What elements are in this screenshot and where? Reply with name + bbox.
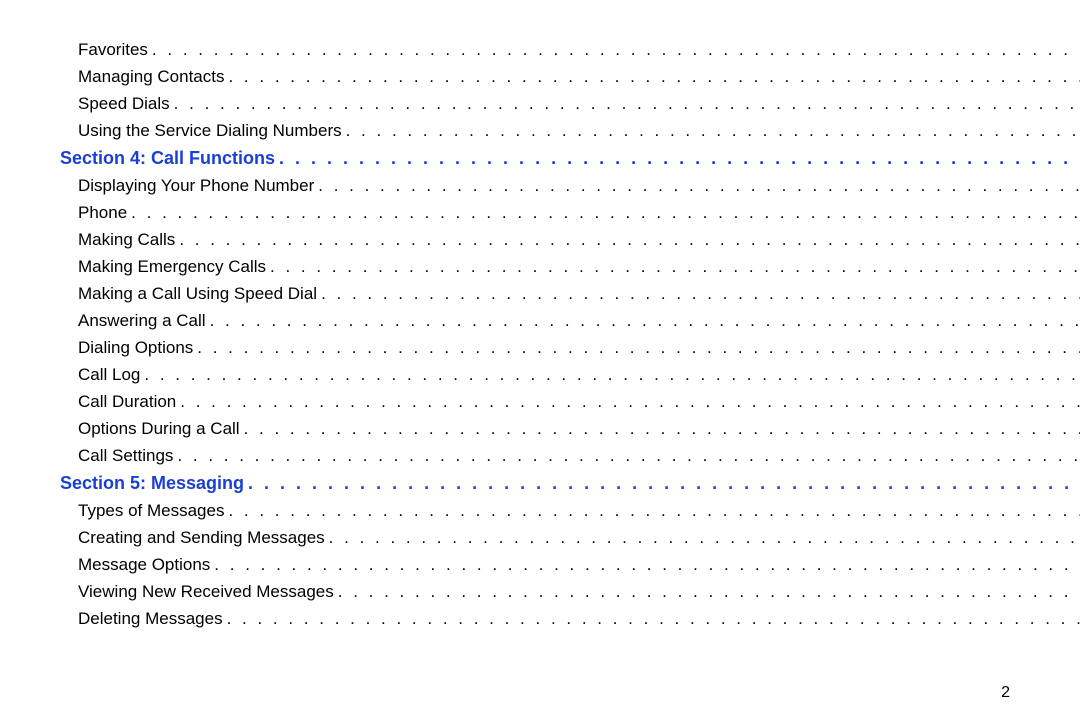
toc-entry-label: Viewing New Received Messages xyxy=(78,582,334,602)
toc-leader-dots xyxy=(152,40,1080,60)
toc-leader-dots xyxy=(144,365,1080,385)
toc-entry-label: Displaying Your Phone Number xyxy=(78,176,314,196)
toc-entry[interactable]: Speed Dials66 xyxy=(60,94,1080,114)
toc-entry-label: Message Options xyxy=(78,555,210,575)
toc-entry-label: Favorites xyxy=(78,40,148,60)
toc-entry[interactable]: Deleting Messages85 xyxy=(60,609,1080,629)
toc-leader-dots xyxy=(177,446,1080,466)
toc-entry-label: Call Log xyxy=(78,365,140,385)
toc-entry-label: Call Settings xyxy=(78,446,173,466)
toc-leader-dots xyxy=(270,257,1080,277)
toc-entry-label: Creating and Sending Messages xyxy=(78,528,325,548)
toc-entry[interactable]: Favorites63 xyxy=(60,40,1080,60)
toc-entry[interactable]: Displaying Your Phone Number67 xyxy=(60,176,1080,196)
toc-entry-label: Answering a Call xyxy=(78,311,206,331)
toc-section-heading[interactable]: Section 4: Call Functions67 xyxy=(60,148,1080,169)
toc-entry[interactable]: Call Settings80 xyxy=(60,446,1080,466)
toc-entry-label: Making a Call Using Speed Dial xyxy=(78,284,317,304)
toc-entry[interactable]: Options During a Call76 xyxy=(60,419,1080,439)
page-number: 2 xyxy=(1001,684,1010,702)
toc-leader-dots xyxy=(131,203,1080,223)
toc-entry-label: Call Duration xyxy=(78,392,176,412)
toc-leader-dots xyxy=(210,311,1080,331)
toc-leader-dots xyxy=(329,528,1080,548)
toc-entry-label: Phone xyxy=(78,203,127,223)
toc-section-heading[interactable]: Section 5: Messaging81 xyxy=(60,473,1080,494)
toc-entry[interactable]: Making Emergency Calls70 xyxy=(60,257,1080,277)
toc-column-left: Favorites63 Managing Contacts64 Speed Dial… xyxy=(60,40,1080,636)
toc-entry[interactable]: Using the Service Dialing Numbers66 xyxy=(60,121,1080,141)
toc-entry[interactable]: Creating and Sending Messages82 xyxy=(60,528,1080,548)
toc-entry-label: Making Emergency Calls xyxy=(78,257,266,277)
toc-leader-dots xyxy=(228,501,1080,521)
toc-leader-dots xyxy=(228,67,1080,87)
toc-entry[interactable]: Answering a Call71 xyxy=(60,311,1080,331)
toc-entry-label: Options During a Call xyxy=(78,419,240,439)
toc-columns: Favorites63Managing Contacts64Speed Dial… xyxy=(60,40,1020,636)
toc-leader-dots xyxy=(321,284,1080,304)
toc-leader-dots xyxy=(279,148,1080,169)
toc-entry[interactable]: Managing Contacts64 xyxy=(60,67,1080,87)
toc-entry-label: Section 5: Messaging xyxy=(60,473,244,494)
toc-leader-dots xyxy=(180,392,1080,412)
toc-entry-label: Managing Contacts xyxy=(78,67,224,87)
toc-leader-dots xyxy=(346,121,1080,141)
toc-entry[interactable]: Call Log73 xyxy=(60,365,1080,385)
toc-leader-dots xyxy=(318,176,1080,196)
toc-entry-label: Using the Service Dialing Numbers xyxy=(78,121,342,141)
toc-entry[interactable]: Viewing New Received Messages84 xyxy=(60,582,1080,602)
toc-entry-label: Dialing Options xyxy=(78,338,193,358)
toc-entry[interactable]: Phone67 xyxy=(60,203,1080,223)
toc-entry-label: Section 4: Call Functions xyxy=(60,148,275,169)
toc-entry[interactable]: Call Duration75 xyxy=(60,392,1080,412)
toc-leader-dots xyxy=(227,609,1080,629)
toc-leader-dots xyxy=(214,555,1080,575)
toc-entry[interactable]: Message Options83 xyxy=(60,555,1080,575)
toc-leader-dots xyxy=(244,419,1080,439)
toc-entry[interactable]: Types of Messages81 xyxy=(60,501,1080,521)
toc-entry-label: Speed Dials xyxy=(78,94,170,114)
toc-leader-dots xyxy=(197,338,1080,358)
toc-leader-dots xyxy=(174,94,1080,114)
toc-entry[interactable]: Making a Call Using Speed Dial71 xyxy=(60,284,1080,304)
toc-entry-label: Making Calls xyxy=(78,230,175,250)
toc-entry[interactable]: Dialing Options72 xyxy=(60,338,1080,358)
toc-leader-dots xyxy=(179,230,1080,250)
toc-entry-label: Deleting Messages xyxy=(78,609,223,629)
toc-entry-label: Types of Messages xyxy=(78,501,224,521)
toc-leader-dots xyxy=(338,582,1080,602)
toc-entry[interactable]: Making Calls67 xyxy=(60,230,1080,250)
toc-leader-dots xyxy=(248,473,1080,494)
